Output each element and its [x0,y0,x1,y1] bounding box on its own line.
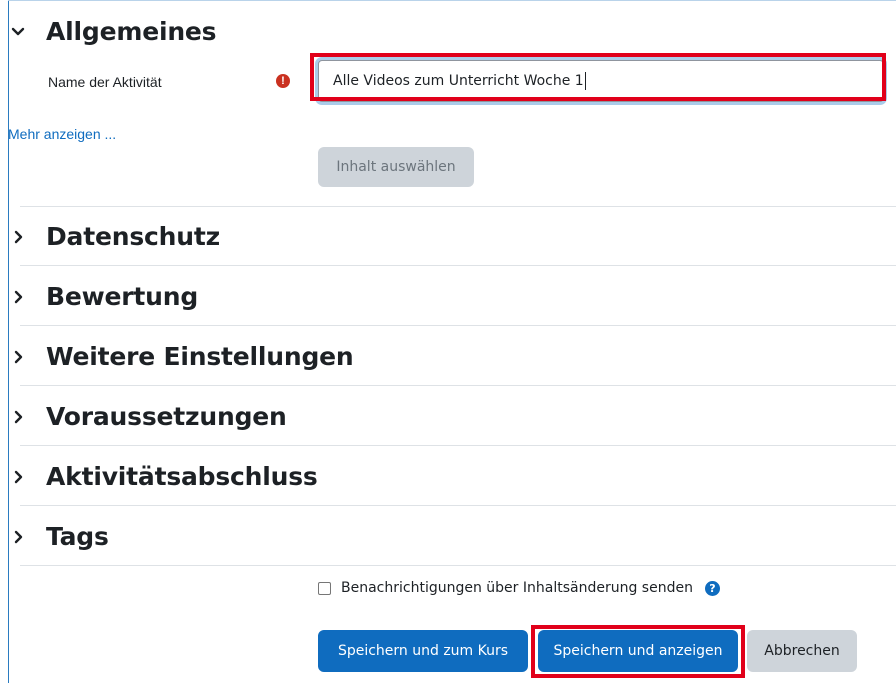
chevron-right-icon [8,527,28,547]
section-header-bewertung[interactable]: Bewertung [8,282,198,311]
choose-content-button[interactable]: Inhalt auswählen [318,147,474,187]
section-divider [20,325,896,326]
section-header-general[interactable]: Allgemeines [8,17,217,46]
save-return-button[interactable]: Speichern und zum Kurs [318,630,528,672]
chevron-right-icon [8,287,28,307]
question-circle-icon[interactable]: ? [704,580,720,596]
notify-label: Benachrichtigungen über Inhaltsänderung … [341,580,693,596]
chevron-right-icon [8,347,28,367]
section-title: Allgemeines [46,17,217,46]
chevron-right-icon [8,467,28,487]
section-title: Bewertung [46,282,199,311]
notify-checkbox[interactable] [318,581,331,595]
section-divider [20,385,896,386]
section-divider [20,206,896,207]
section-header-datenschutz[interactable]: Datenschutz [8,222,220,251]
save-display-button[interactable]: Speichern und anzeigen [538,630,738,672]
section-header-voraussetzungen[interactable]: Voraussetzungen [8,402,287,431]
chevron-down-icon [8,22,28,42]
section-header-aktivitaetsabschluss[interactable]: Aktivitätsabschluss [8,462,318,491]
text-caret [584,72,586,90]
section-divider [20,505,896,506]
section-title: Aktivitätsabschluss [46,462,318,491]
activity-name-label: Name der Aktivität [48,74,162,90]
activity-name-input[interactable]: Alle Videos zum Unterricht Woche 1 [318,60,884,102]
section-header-tags[interactable]: Tags [8,522,109,551]
section-divider [20,265,896,266]
section-divider [20,445,896,446]
activity-name-value: Alle Videos zum Unterricht Woche 1 [333,73,584,89]
notify-checkbox-row: Benachrichtigungen über Inhaltsänderung … [318,580,720,596]
section-title: Voraussetzungen [46,402,287,431]
section-header-weitere-einstellungen[interactable]: Weitere Einstellungen [8,342,354,371]
chevron-right-icon [8,407,28,427]
show-more-link[interactable]: Mehr anzeigen ... [8,126,116,142]
section-title: Tags [46,522,109,551]
form-frame-top-border [8,0,896,1]
section-title: Weitere Einstellungen [46,342,354,371]
section-divider [20,565,896,566]
cancel-button[interactable]: Abbrechen [747,630,857,672]
chevron-right-icon [8,227,28,247]
section-title: Datenschutz [46,222,220,251]
exclamation-circle-icon: ! [276,74,290,88]
